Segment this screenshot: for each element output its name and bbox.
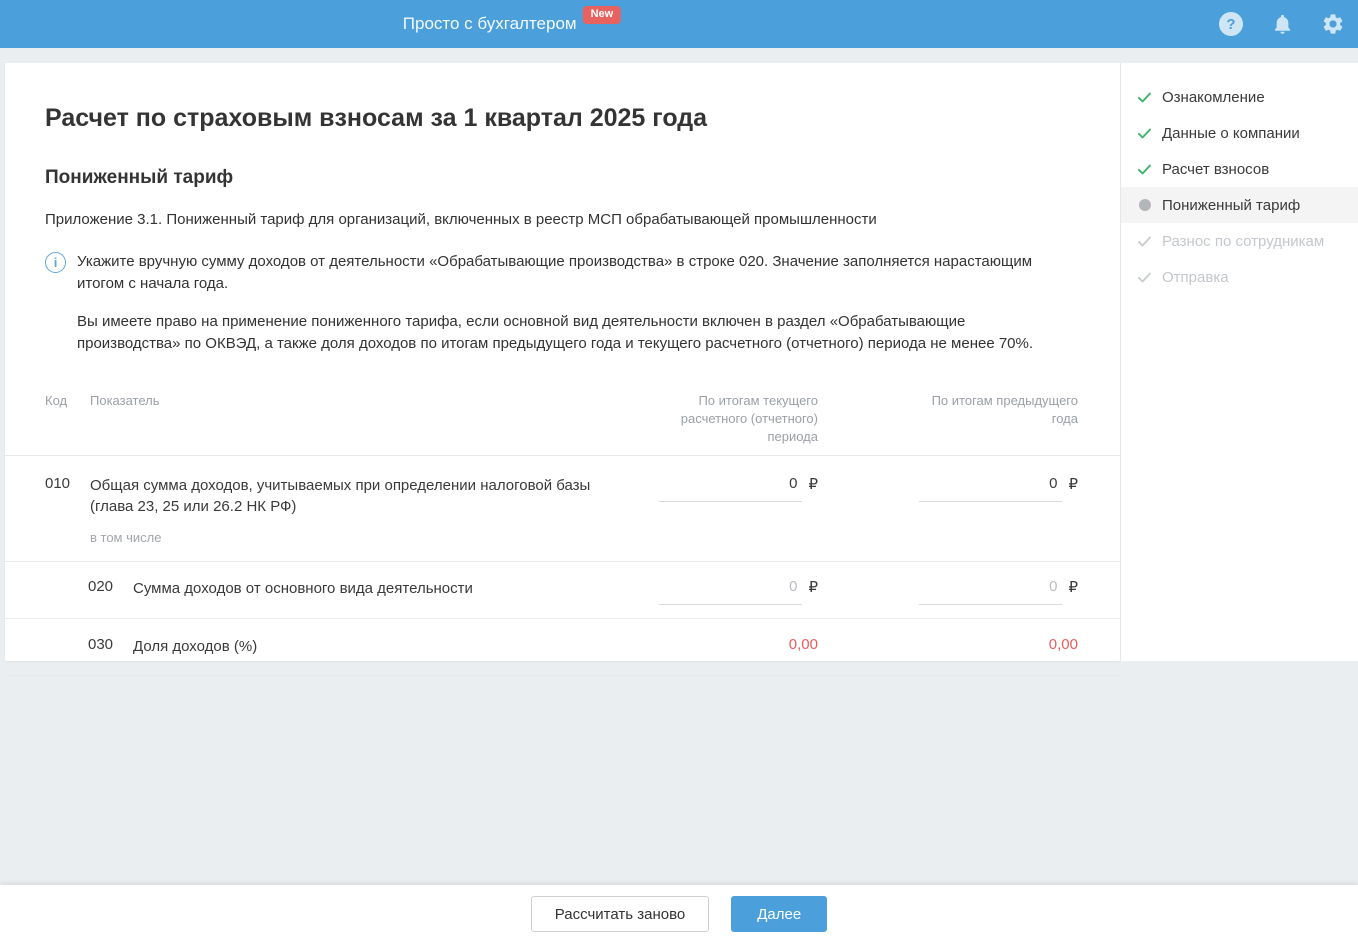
info-paragraph-2: Вы имеете право на применение пониженног… xyxy=(77,313,1034,352)
step-label: Расчет взносов xyxy=(1162,160,1270,178)
table-row-020: 020 Сумма доходов от основного вида деят… xyxy=(5,562,1120,619)
check-icon xyxy=(1136,89,1153,106)
header-current-period: По итогам текущего расчетного (отчетного… xyxy=(680,393,818,444)
app-title: Просто с бухгалтером xyxy=(402,14,577,33)
share-previous-value: 0,00 xyxy=(1048,636,1078,653)
steps-list: Ознакомление Данные о компании Расчет вз… xyxy=(1121,63,1358,295)
recalculate-button[interactable]: Рассчитать заново xyxy=(530,896,710,932)
page-title: Расчет по страховым взносам за 1 квартал… xyxy=(45,104,708,132)
check-icon xyxy=(1136,269,1153,286)
header-previous-year: По итогам предыдущего года xyxy=(931,393,1078,426)
ruble-sign: ₽ xyxy=(1068,476,1078,493)
section-title: Пониженный тариф xyxy=(45,167,234,188)
step-oznakomlenie[interactable]: Ознакомление xyxy=(1121,79,1358,115)
previous-year-input-020[interactable] xyxy=(919,578,1063,605)
table-row-030: 030 Доля доходов (%) 0,00 0,00 xyxy=(5,619,1120,676)
step-label: Отправка xyxy=(1162,268,1229,286)
step-raschet-vznosov[interactable]: Расчет взносов xyxy=(1121,151,1358,187)
row-label: Доля доходов (%) xyxy=(133,638,258,655)
step-otpravka[interactable]: Отправка xyxy=(1121,259,1358,295)
header-indicator: Показатель xyxy=(90,393,160,408)
step-label: Пониженный тариф xyxy=(1162,196,1301,214)
info-paragraph-1: Укажите вручную сумму доходов от деятель… xyxy=(77,253,1033,292)
previous-year-input-010[interactable] xyxy=(919,475,1063,502)
header-code: Код xyxy=(45,393,68,408)
gear-icon[interactable] xyxy=(1321,12,1345,36)
current-period-cell: 0,00 xyxy=(698,636,818,653)
ruble-sign: ₽ xyxy=(1068,579,1078,596)
row-label: Общая сумма доходов, учитываемых при опр… xyxy=(90,477,591,515)
step-dannye-o-kompanii[interactable]: Данные о компании xyxy=(1121,115,1358,151)
current-period-input-010[interactable] xyxy=(659,475,803,502)
current-period-cell: ₽ xyxy=(659,578,818,605)
step-ponizhennyi-tarif[interactable]: Пониженный тариф xyxy=(1121,187,1358,223)
bell-icon[interactable] xyxy=(1270,12,1294,36)
steps-sidebar: Ознакомление Данные о компании Расчет вз… xyxy=(1120,63,1358,661)
next-button[interactable]: Далее xyxy=(731,896,828,932)
header-icons: ? xyxy=(1219,0,1345,48)
app-header: Просто с бухгалтером New ? xyxy=(0,0,1358,48)
appendix-subtitle: Приложение 3.1. Пониженный тариф для орг… xyxy=(45,211,877,228)
tariff-table: Код Показатель По итогам текущего расчет… xyxy=(5,392,1120,676)
row-code: 030 xyxy=(88,636,114,653)
current-period-cell: ₽ xyxy=(655,475,818,502)
current-step-dot-icon xyxy=(1136,197,1153,214)
row-label: Сумма доходов от основного вида деятельн… xyxy=(133,580,473,597)
main-content-card: Расчет по страховым взносам за 1 квартал… xyxy=(5,63,1120,676)
check-icon xyxy=(1136,233,1153,250)
info-block: i Укажите вручную сумму доходов от деяте… xyxy=(5,251,1120,355)
app-title-group: Просто с бухгалтером New xyxy=(402,0,622,48)
check-icon xyxy=(1136,161,1153,178)
footer-bar: Рассчитать заново Далее xyxy=(0,885,1358,943)
table-row-010: 010 Общая сумма доходов, учитываемых при… xyxy=(5,456,1120,562)
table-header-row: Код Показатель По итогам текущего расчет… xyxy=(5,392,1120,456)
info-icon: i xyxy=(45,252,66,273)
help-icon[interactable]: ? xyxy=(1219,12,1243,36)
share-current-value: 0,00 xyxy=(788,636,818,653)
ruble-sign: ₽ xyxy=(808,476,818,493)
previous-year-cell: ₽ xyxy=(915,578,1078,605)
row-note: в том числе xyxy=(90,530,162,545)
info-texts: Укажите вручную сумму доходов от деятель… xyxy=(77,251,1060,355)
step-label: Разнос по сотрудникам xyxy=(1162,232,1325,250)
previous-year-cell: 0,00 xyxy=(915,636,1078,653)
ruble-sign: ₽ xyxy=(808,579,818,596)
step-label: Ознакомление xyxy=(1162,88,1265,106)
new-badge: New xyxy=(582,6,622,24)
step-label: Данные о компании xyxy=(1162,124,1300,142)
row-label-block: Общая сумма доходов, учитываемых при опр… xyxy=(90,475,655,548)
previous-year-cell: ₽ xyxy=(915,475,1078,502)
step-raznos-po-sotrudnikam[interactable]: Разнос по сотрудникам xyxy=(1121,223,1358,259)
current-period-input-020[interactable] xyxy=(659,578,803,605)
row-code: 010 xyxy=(45,475,71,492)
row-code: 020 xyxy=(88,578,114,595)
check-icon xyxy=(1136,125,1153,142)
